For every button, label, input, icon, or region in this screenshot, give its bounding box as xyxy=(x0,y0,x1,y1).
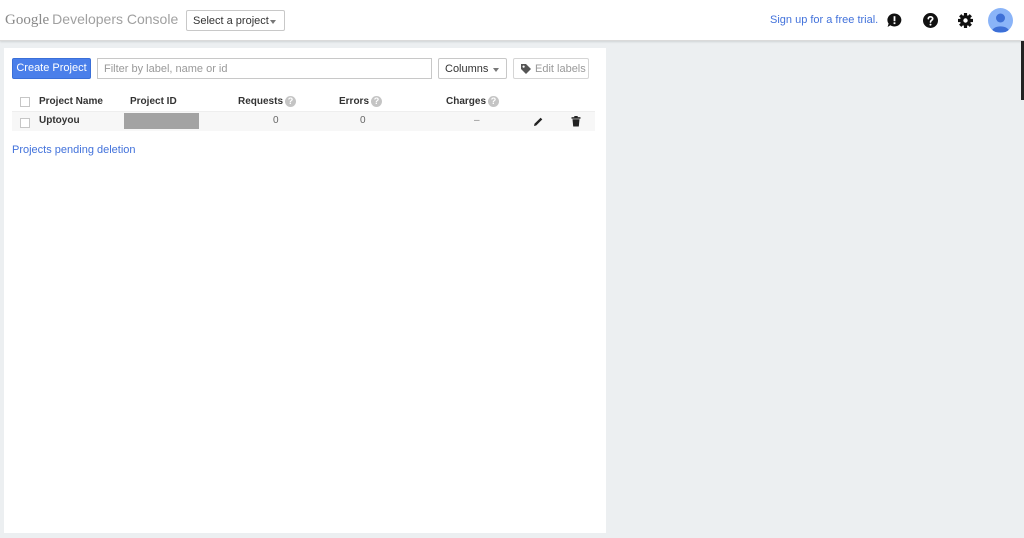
chevron-down-icon xyxy=(493,68,499,72)
projects-pending-deletion-link[interactable]: Projects pending deletion xyxy=(12,144,136,156)
project-select-label: Select a project xyxy=(193,15,269,27)
column-header-requests[interactable]: Requests xyxy=(238,96,283,107)
edit-pencil-icon[interactable] xyxy=(533,116,543,127)
project-name-cell[interactable]: Uptoyou xyxy=(39,115,80,126)
tag-icon xyxy=(521,64,531,74)
filter-input[interactable] xyxy=(97,58,432,79)
select-all-checkbox[interactable] xyxy=(20,97,30,107)
brand-google: Google xyxy=(5,12,50,28)
project-select-dropdown[interactable]: Select a project xyxy=(186,10,285,31)
columns-dropdown[interactable]: Columns xyxy=(438,58,507,79)
column-header-charges[interactable]: Charges xyxy=(446,96,486,107)
brand-product: Developers Console xyxy=(52,11,179,27)
feedback-icon[interactable] xyxy=(886,12,903,29)
help-icon[interactable] xyxy=(922,12,939,29)
projects-panel: Create Project Columns Edit labels Proje… xyxy=(4,48,606,533)
edit-labels-button[interactable]: Edit labels xyxy=(513,58,589,79)
charges-help-icon[interactable]: ? xyxy=(488,96,499,107)
redacted-project-id xyxy=(124,113,199,129)
free-trial-link[interactable]: Sign up for a free trial. xyxy=(770,14,878,26)
requests-help-icon[interactable]: ? xyxy=(285,96,296,107)
avatar[interactable] xyxy=(988,8,1013,33)
row-checkbox[interactable] xyxy=(20,118,30,128)
columns-label: Columns xyxy=(445,63,489,75)
charges-cell: – xyxy=(474,115,480,126)
column-header-project-id[interactable]: Project ID xyxy=(130,96,177,107)
top-bar: Google Developers Console Select a projec… xyxy=(0,0,1024,41)
errors-cell: 0 xyxy=(360,115,366,126)
table-row[interactable] xyxy=(12,111,595,131)
gear-icon[interactable] xyxy=(957,12,974,29)
create-project-button[interactable]: Create Project xyxy=(12,58,91,79)
chevron-down-icon xyxy=(270,20,276,24)
errors-help-icon[interactable]: ? xyxy=(371,96,382,107)
delete-trash-icon[interactable] xyxy=(571,116,581,127)
column-header-errors[interactable]: Errors xyxy=(339,96,369,107)
edit-labels-label: Edit labels xyxy=(535,63,586,75)
requests-cell: 0 xyxy=(273,115,279,126)
column-header-project-name[interactable]: Project Name xyxy=(39,96,103,107)
app-logo[interactable]: Google Developers Console xyxy=(5,11,178,29)
